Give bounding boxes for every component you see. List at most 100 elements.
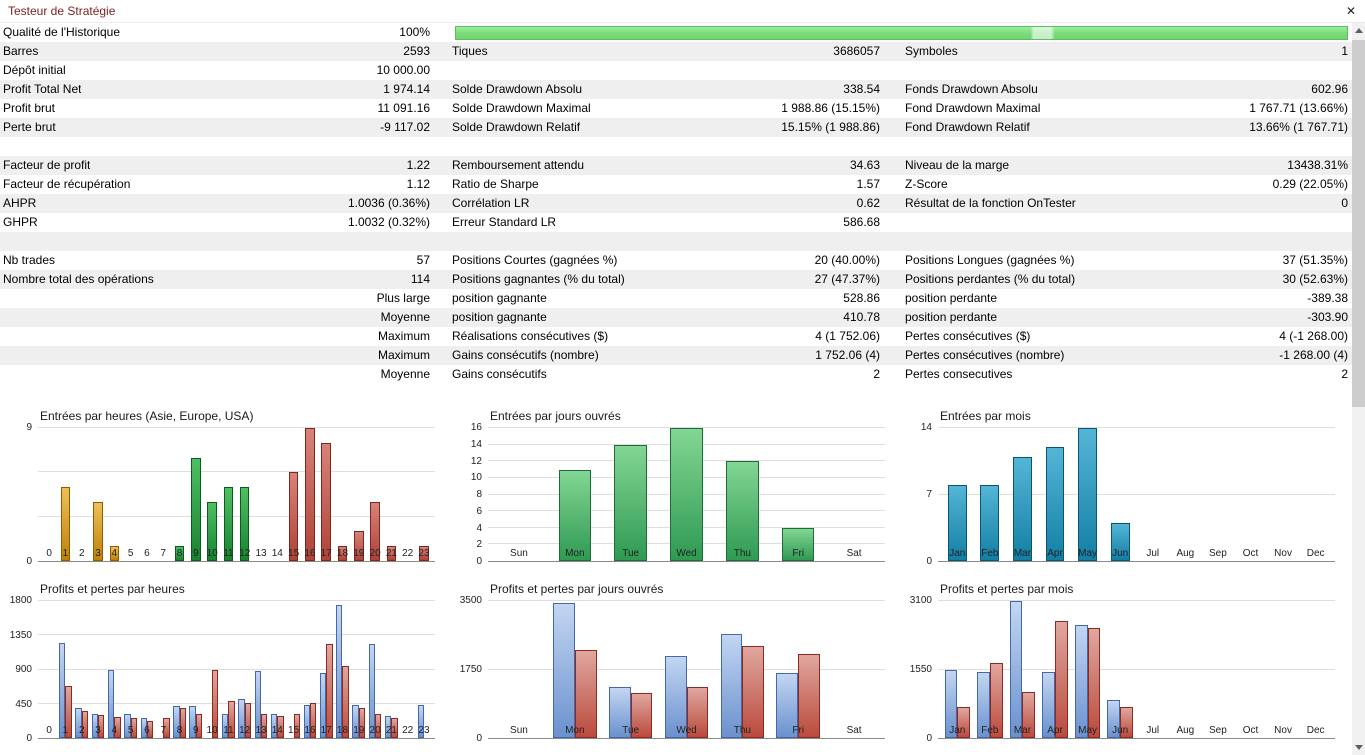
bar-group bbox=[285, 601, 301, 738]
chart-body: 09 0 1 2 3 4 5 6 7 8 9 10 11 12 13 14 15 16 17 18 19 20 21 22 2… bbox=[0, 423, 435, 567]
stats-row: Perte brut -9 117.02 Solde Drawdown Rela… bbox=[0, 118, 1352, 137]
bar-group bbox=[237, 428, 253, 561]
stat-value: 13438.31% bbox=[1287, 158, 1348, 172]
stats-cell-right bbox=[905, 232, 1352, 251]
stat-label: Fonds Drawdown Absolu bbox=[905, 82, 1038, 96]
stats-cell-left: Maximum bbox=[0, 327, 452, 346]
x-tick-label: 2 bbox=[78, 548, 85, 559]
y-tick-label: 0 bbox=[926, 556, 932, 567]
x-tick-label: 10 bbox=[206, 725, 218, 736]
x-tick-label: Apr bbox=[1047, 548, 1063, 559]
stat-value: 2593 bbox=[403, 44, 430, 58]
chart-body: 0 7 14 Jan Feb Mar Apr May Jun Jul Aug Sep Oct Nov De… bbox=[900, 423, 1335, 567]
stat-value: 20 (40.00%) bbox=[814, 253, 880, 267]
stats-cell-right: Pertes consecutives 2 bbox=[905, 365, 1352, 384]
bar bbox=[1087, 627, 1101, 738]
bar-group bbox=[122, 428, 138, 561]
plot-area bbox=[488, 600, 885, 739]
y-tick-label: 9 bbox=[26, 422, 32, 433]
stats-row: Profit Total Net 1 974.14 Solde Drawdown… bbox=[0, 80, 1352, 99]
stats-row: Moyenne position gagnante 410.78 positio… bbox=[0, 308, 1352, 327]
stats-cell-middle: position gagnante 410.78 bbox=[452, 308, 905, 327]
x-tick-label: Dec bbox=[1306, 548, 1325, 559]
x-tick-label: Apr bbox=[1047, 725, 1063, 736]
stats-row: Maximum Réalisations consécutives ($) 4 … bbox=[0, 327, 1352, 346]
stats-cell-right: Positions Longues (gagnées %) 37 (51.35%… bbox=[905, 251, 1352, 270]
x-tick-label: May bbox=[1078, 725, 1098, 736]
x-tick-label: Tue bbox=[622, 548, 640, 559]
y-axis: 0 1750 3500 bbox=[450, 596, 487, 744]
bar-group bbox=[547, 601, 603, 738]
bar-group bbox=[41, 601, 57, 738]
y-tick-label: 6 bbox=[476, 505, 482, 517]
x-tick-label: 12 bbox=[239, 548, 251, 559]
bar bbox=[191, 457, 201, 561]
stat-value: 4 (1 752.06) bbox=[815, 329, 880, 343]
x-tick-label: Tue bbox=[622, 725, 640, 736]
bar-group bbox=[318, 428, 334, 561]
y-tick-label: 16 bbox=[470, 422, 482, 433]
bar-group bbox=[188, 601, 204, 738]
x-tick-label: 4 bbox=[111, 548, 118, 559]
x-tick-label: Feb bbox=[981, 548, 999, 559]
plot-area bbox=[488, 427, 885, 562]
stat-label: Z-Score bbox=[905, 177, 948, 191]
bar-group bbox=[659, 428, 715, 561]
stat-value: 57 bbox=[416, 253, 430, 267]
stats-row: Barres 2593 Tiques 3686057 Symboles 1 bbox=[0, 42, 1352, 61]
chart-body: 0 2 4 6 8 10 12 14 16 Sun Mon Tue Wed Thu Fri Sat bbox=[450, 423, 885, 567]
bar bbox=[1045, 447, 1065, 561]
bar-group bbox=[204, 601, 220, 738]
bar-group bbox=[714, 601, 770, 738]
bar-group bbox=[1104, 601, 1137, 738]
stats-cell-left: Plus large bbox=[0, 289, 452, 308]
bar bbox=[726, 461, 759, 561]
bar-group bbox=[416, 601, 432, 738]
stat-value: 10 000.00 bbox=[376, 63, 430, 77]
stats-cell-left: Facteur de profit 1.22 bbox=[0, 156, 452, 175]
bar-group bbox=[122, 601, 138, 738]
bar-group bbox=[1299, 601, 1332, 738]
bar-group bbox=[220, 428, 236, 561]
scroll-up-button[interactable] bbox=[1352, 23, 1365, 38]
stats-cell-left: AHPR 1.0036 (0.36%) bbox=[0, 194, 452, 213]
y-tick-label: 0 bbox=[926, 733, 932, 744]
bar-group bbox=[285, 428, 301, 561]
x-tick-label: Mar bbox=[1013, 725, 1032, 736]
stat-label: Pertes consécutives (nombre) bbox=[905, 348, 1065, 362]
x-tick-label: Mon bbox=[565, 548, 585, 559]
stat-label: Fond Drawdown Relatif bbox=[905, 120, 1030, 134]
stats-cell-left: Profit brut 11 091.16 bbox=[0, 99, 452, 118]
bar-group bbox=[1169, 428, 1202, 561]
bar-group bbox=[41, 428, 57, 561]
y-tick-label: 14 bbox=[920, 422, 932, 433]
vertical-scrollbar[interactable] bbox=[1352, 23, 1365, 755]
stat-value: 1.57 bbox=[856, 177, 880, 191]
stat-value: 602.96 bbox=[1311, 82, 1348, 96]
stats-cell-middle bbox=[452, 137, 905, 156]
bar bbox=[720, 634, 743, 738]
chart-body: 0 1750 3500 Sun Mon Tue Wed Thu Fri Sat bbox=[450, 596, 885, 744]
bar-group bbox=[139, 428, 155, 561]
bar-group bbox=[1071, 601, 1104, 738]
bar-group bbox=[1104, 428, 1137, 561]
stats-cell-left: Nb trades 57 bbox=[0, 251, 452, 270]
y-axis: 0 2 4 6 8 10 12 14 16 bbox=[450, 423, 487, 567]
stat-value: 0 bbox=[1341, 196, 1348, 210]
x-tick-label: 22 bbox=[402, 548, 414, 559]
bar-group bbox=[1169, 601, 1202, 738]
stats-cell-right: Fond Drawdown Relatif 13.66% (1 767.71) bbox=[905, 118, 1352, 137]
scroll-down-button[interactable] bbox=[1352, 740, 1365, 755]
x-axis: Sun Mon Tue Wed Thu Fri Sat bbox=[488, 725, 885, 739]
bar-group bbox=[826, 601, 882, 738]
stat-label: Facteur de profit bbox=[3, 158, 91, 172]
stat-label: Dépôt initial bbox=[3, 63, 66, 77]
close-icon[interactable]: ✕ bbox=[1342, 2, 1360, 20]
x-tick-label: 13 bbox=[255, 725, 267, 736]
bar-group bbox=[383, 601, 399, 738]
stats-cell-right: Pertes consécutives ($) 4 (-1 268.00) bbox=[905, 327, 1352, 346]
scrollbar-thumb[interactable] bbox=[1352, 40, 1365, 407]
history-quality-progressbar bbox=[455, 26, 1348, 40]
x-tick-label: 4 bbox=[111, 725, 118, 736]
bars bbox=[938, 428, 1335, 561]
